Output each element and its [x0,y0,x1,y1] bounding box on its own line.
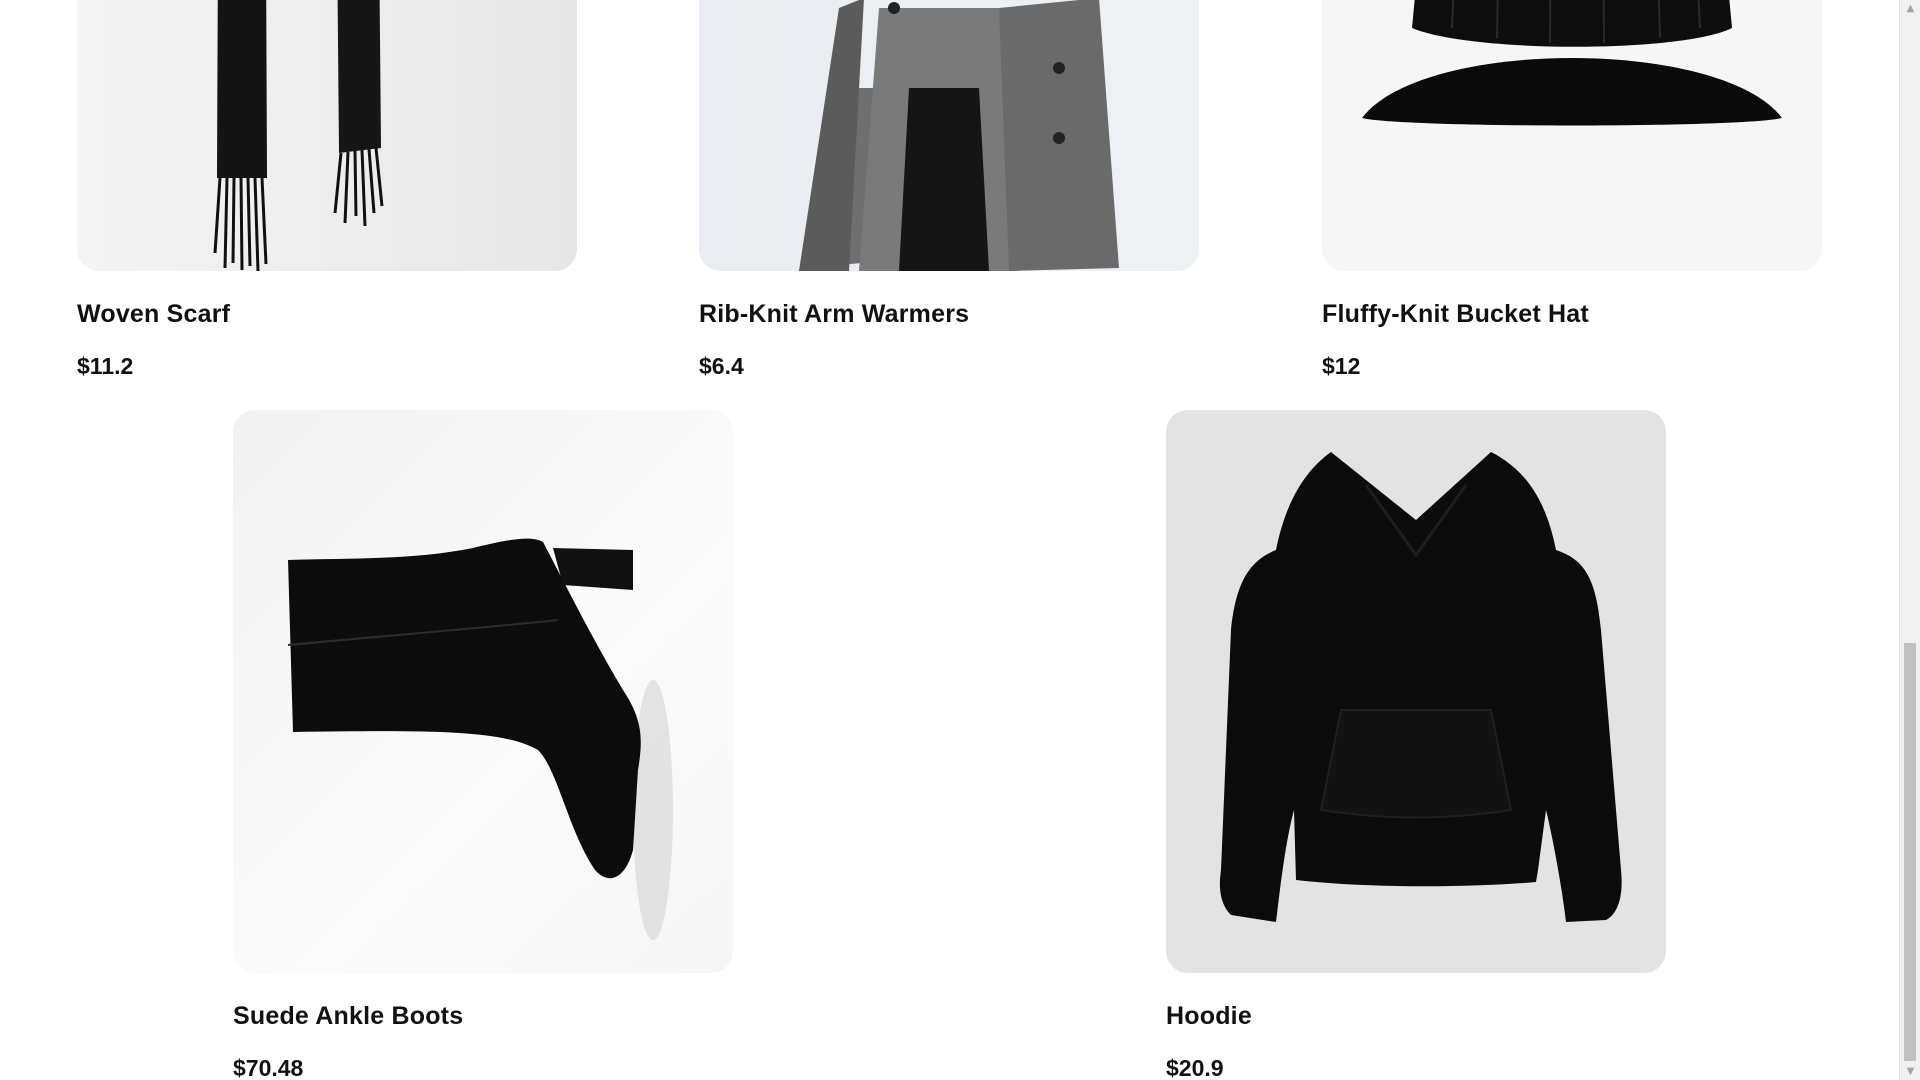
hoodie-image [1219,452,1622,922]
product-price: $11.2 [77,353,134,379]
product-name[interactable]: Rib-Knit Arm Warmers [699,300,969,329]
product-price: $6.4 [699,353,744,379]
vertical-scrollbar[interactable]: ▲ ▼ [1899,0,1920,1080]
bucket-hat-image [1362,0,1782,126]
scroll-up-arrow-icon[interactable]: ▲ [1900,0,1920,17]
product-card[interactable]: Suede Ankle Boots $70.48 [233,410,733,1080]
product-name[interactable]: Hoodie [1166,1002,1252,1031]
product-card[interactable]: Woven Scarf $11.2 [77,0,577,379]
coat-model-image [799,0,1119,271]
product-name[interactable]: Woven Scarf [77,300,230,329]
scrollbar-thumb[interactable] [1904,643,1916,1061]
product-image[interactable] [77,0,577,271]
product-grid-page: Woven Scarf $11.2 Rib-Knit Arm Warmers $… [0,0,1920,1080]
product-name[interactable]: Fluffy-Knit Bucket Hat [1322,300,1589,329]
product-price: $70.48 [233,1055,304,1080]
product-card[interactable]: Hoodie $20.9 [1166,410,1666,1080]
product-price: $20.9 [1166,1055,1224,1080]
product-image[interactable] [1166,410,1666,973]
product-image[interactable] [233,410,733,973]
product-name[interactable]: Suede Ankle Boots [233,1002,463,1031]
product-image[interactable] [699,0,1199,271]
product-price: $12 [1322,353,1361,379]
product-image[interactable] [1322,0,1822,271]
product-card[interactable]: Fluffy-Knit Bucket Hat $12 [1322,0,1822,379]
scroll-down-arrow-icon[interactable]: ▼ [1900,1063,1920,1080]
scarf-image [213,0,384,271]
ankle-boot-image [287,538,673,940]
product-card[interactable]: Rib-Knit Arm Warmers $6.4 [699,0,1199,379]
